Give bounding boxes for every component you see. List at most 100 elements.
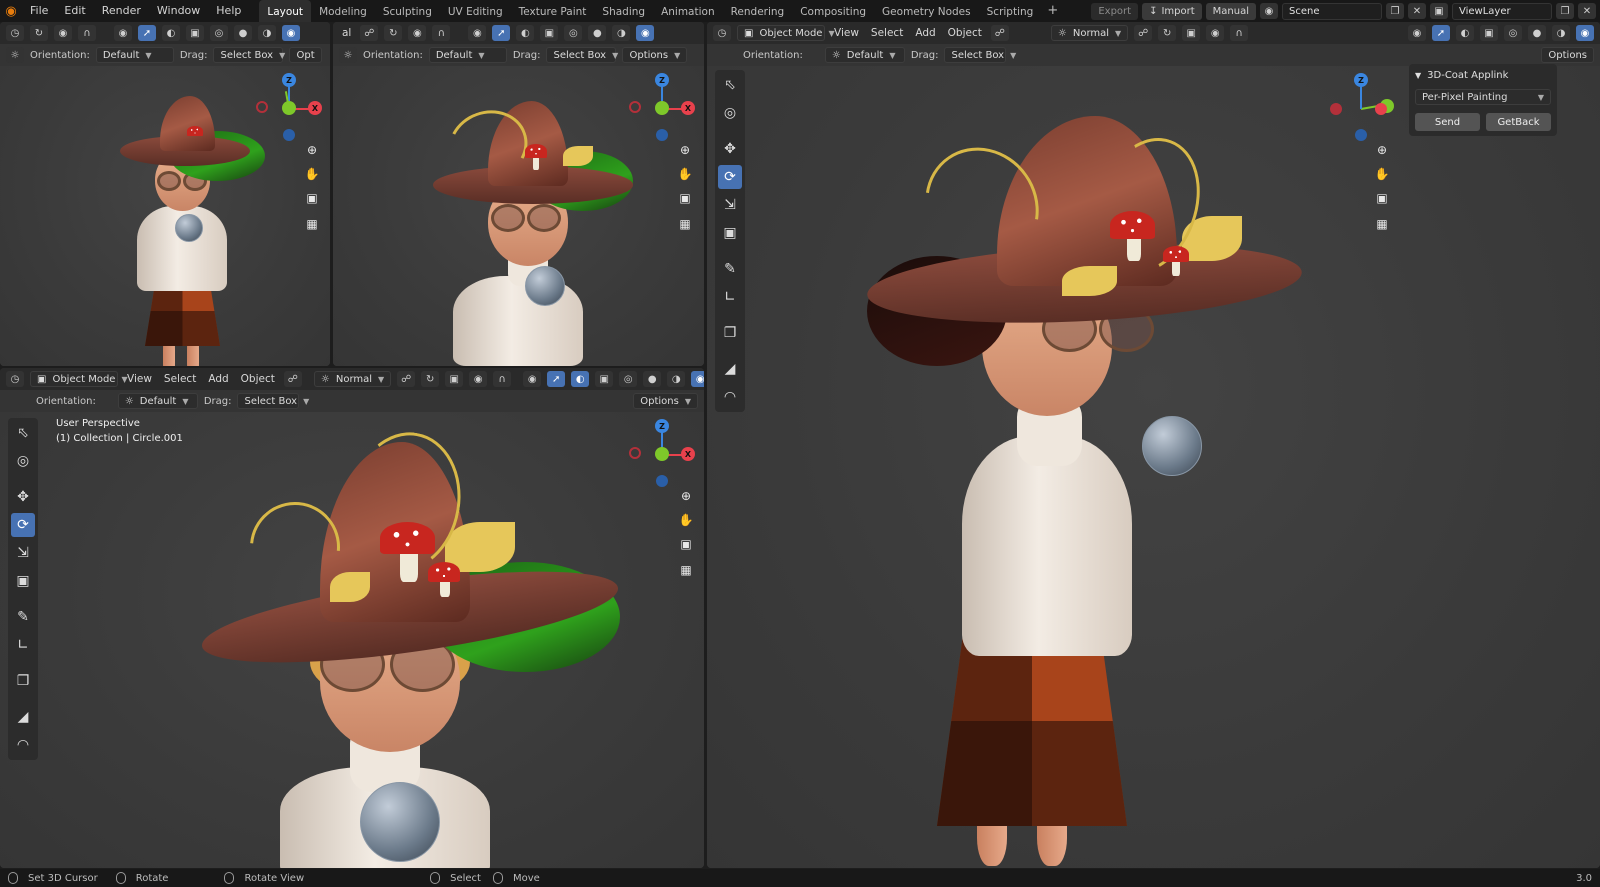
bevel-tool-icon[interactable]: ◠ xyxy=(718,385,742,409)
scale-tool-icon[interactable]: ⇲ xyxy=(11,541,35,565)
falloff-icon[interactable]: ∩ xyxy=(432,25,451,41)
orientation-dropdown[interactable]: ☼ Default ▼ xyxy=(117,393,198,409)
drag-dropdown[interactable]: Select Box ▼ xyxy=(213,47,285,63)
camera-icon[interactable]: ▣ xyxy=(676,534,696,554)
menu-render[interactable]: Render xyxy=(94,0,149,22)
gizmo-toggle-icon[interactable]: ➚ xyxy=(492,25,511,41)
move-tool-icon[interactable]: ✥ xyxy=(11,485,35,509)
xray-icon[interactable]: ▣ xyxy=(595,371,614,387)
neg-z-axis-icon[interactable] xyxy=(656,129,668,141)
move-tool-icon[interactable]: ✥ xyxy=(718,137,742,161)
pivot-icon[interactable]: ☍ xyxy=(360,25,379,41)
tab-scripting[interactable]: Scripting xyxy=(979,0,1042,22)
visibility-icon[interactable]: ◉ xyxy=(468,25,487,41)
menu-help[interactable]: Help xyxy=(208,0,249,22)
x-axis-icon[interactable]: X xyxy=(308,101,322,115)
viewport-top-left[interactable]: ◷ ↻ ◉ ∩ ◉ ➚ ◐ ▣ ◎ ● ◑ ◉ ☼ Orientation: D… xyxy=(0,22,330,366)
object-mode-dropdown[interactable]: ▣ Object Mode ▼ xyxy=(30,371,128,387)
y-axis-icon[interactable] xyxy=(282,101,296,115)
measure-tool-icon[interactable]: ∟ xyxy=(718,285,742,309)
getback-button[interactable]: GetBack xyxy=(1486,113,1551,131)
y-axis-icon[interactable] xyxy=(655,447,669,461)
zoom-icon[interactable]: ⊕ xyxy=(676,486,696,506)
viewlayer-icon[interactable]: ▣ xyxy=(1430,3,1448,19)
proportional-icon[interactable]: ◉ xyxy=(54,25,72,41)
send-button[interactable]: Send xyxy=(1415,113,1480,131)
neg-x-axis-icon[interactable] xyxy=(629,447,641,459)
drag-dropdown[interactable]: Select Box ▼ xyxy=(237,393,309,409)
transform-orientation-dropdown[interactable]: ☼ Normal ▼ xyxy=(1050,25,1129,41)
proportional-icon[interactable]: ◉ xyxy=(408,25,427,41)
neg-z-axis-icon[interactable] xyxy=(1355,129,1367,141)
menu-select[interactable]: Select xyxy=(161,373,199,385)
z-axis-icon[interactable]: Z xyxy=(282,73,296,87)
tab-rendering[interactable]: Rendering xyxy=(723,0,793,22)
xray-icon[interactable]: ▣ xyxy=(186,25,204,41)
pivot-point-icon[interactable]: ☍ xyxy=(397,371,416,387)
proportional-icon[interactable]: ◉ xyxy=(469,371,488,387)
pan-hand-icon[interactable]: ✋ xyxy=(675,164,695,184)
orientation-icon[interactable]: ☼ xyxy=(6,47,24,63)
cursor-tool-icon[interactable]: ◎ xyxy=(11,449,35,473)
menu-add[interactable]: Add xyxy=(912,27,938,39)
new-viewlayer-icon[interactable]: ❐ xyxy=(1556,3,1574,19)
menu-window[interactable]: Window xyxy=(149,0,208,22)
neg-z-axis-icon[interactable] xyxy=(656,475,668,487)
material-shading-icon[interactable]: ◑ xyxy=(258,25,276,41)
export-button[interactable]: Export xyxy=(1091,2,1139,20)
proportional-icon[interactable]: ◉ xyxy=(1206,25,1225,41)
navigation-gizmo[interactable]: Z X xyxy=(628,72,698,142)
zoom-icon[interactable]: ⊕ xyxy=(675,140,695,160)
delete-viewlayer-icon[interactable]: ✕ xyxy=(1578,3,1596,19)
orientation-icon[interactable]: ☼ xyxy=(339,47,357,63)
menu-select[interactable]: Select xyxy=(868,27,906,39)
neg-z-axis-icon[interactable] xyxy=(283,129,295,141)
options-dropdown[interactable]: Opt xyxy=(289,47,322,63)
delete-scene-icon[interactable]: ✕ xyxy=(1408,3,1426,19)
wireframe-shading-icon[interactable]: ◎ xyxy=(619,371,638,387)
viewlayer-field[interactable]: ViewLayer xyxy=(1452,2,1552,20)
pan-hand-icon[interactable]: ✋ xyxy=(302,164,322,184)
rotate-tool-icon[interactable]: ⟳ xyxy=(11,513,35,537)
perspective-grid-icon[interactable]: ▦ xyxy=(302,214,322,234)
overlay-icon[interactable]: ◐ xyxy=(1456,25,1474,41)
perspective-grid-icon[interactable]: ▦ xyxy=(1372,214,1392,234)
scene-icon[interactable]: ◉ xyxy=(1260,3,1278,19)
material-shading-icon[interactable]: ◑ xyxy=(1552,25,1570,41)
extrude-tool-icon[interactable]: ◢ xyxy=(718,357,742,381)
menu-object[interactable]: Object xyxy=(238,373,278,385)
add-cube-tool-icon[interactable]: ❐ xyxy=(718,321,742,345)
editor-type-icon[interactable]: ◷ xyxy=(713,25,731,41)
orientation-dropdown[interactable]: ☼ Default ▼ xyxy=(824,47,905,63)
perspective-grid-icon[interactable]: ▦ xyxy=(675,214,695,234)
gizmo-toggle-icon[interactable]: ➚ xyxy=(1432,25,1450,41)
snap-target-icon[interactable]: ▣ xyxy=(445,371,464,387)
pan-hand-icon[interactable]: ✋ xyxy=(676,510,696,530)
pivot-point-icon[interactable]: ☍ xyxy=(1134,25,1153,41)
solid-shading-icon[interactable]: ● xyxy=(1528,25,1546,41)
transform-tool-icon[interactable]: ▣ xyxy=(11,569,35,593)
panel-header[interactable]: ▼ 3D-Coat Applink xyxy=(1415,70,1551,81)
solid-shading-icon[interactable]: ● xyxy=(234,25,252,41)
viewport-right[interactable]: ◷ ▣ Object Mode ▼ View Select Add Object ☍… xyxy=(707,22,1600,868)
options-dropdown[interactable]: Options ▼ xyxy=(633,393,698,409)
viewport-canvas[interactable]: Z ⊕ ✋ ▣ ▦ xyxy=(707,66,1600,868)
zoom-icon[interactable]: ⊕ xyxy=(302,140,322,160)
orientation-dropdown[interactable]: Default ▼ xyxy=(95,47,174,63)
visibility-icon[interactable]: ◉ xyxy=(114,25,132,41)
editor-type-icon[interactable]: ◷ xyxy=(6,25,24,41)
tab-modeling[interactable]: Modeling xyxy=(311,0,375,22)
x-axis-icon[interactable]: X xyxy=(681,447,695,461)
cursor-tool-icon[interactable]: ◎ xyxy=(718,101,742,125)
import-button[interactable]: ↧ Import xyxy=(1142,2,1202,20)
material-shading-icon[interactable]: ◑ xyxy=(612,25,631,41)
menu-file[interactable]: File xyxy=(22,0,56,22)
viewport-top-middle[interactable]: al ☍ ↻ ◉ ∩ ◉ ➚ ◐ ▣ ◎ ● ◑ ◉ ☼ Orientation… xyxy=(333,22,704,366)
menu-view[interactable]: View xyxy=(831,27,862,39)
snap-icon[interactable]: ↻ xyxy=(384,25,403,41)
add-cube-tool-icon[interactable]: ❐ xyxy=(11,669,35,693)
snap-icon[interactable]: ↻ xyxy=(1158,25,1177,41)
viewport-canvas[interactable]: User Perspective (1) Collection | Circle… xyxy=(0,412,704,868)
visibility-icon[interactable]: ◉ xyxy=(523,371,542,387)
extrude-tool-icon[interactable]: ◢ xyxy=(11,705,35,729)
